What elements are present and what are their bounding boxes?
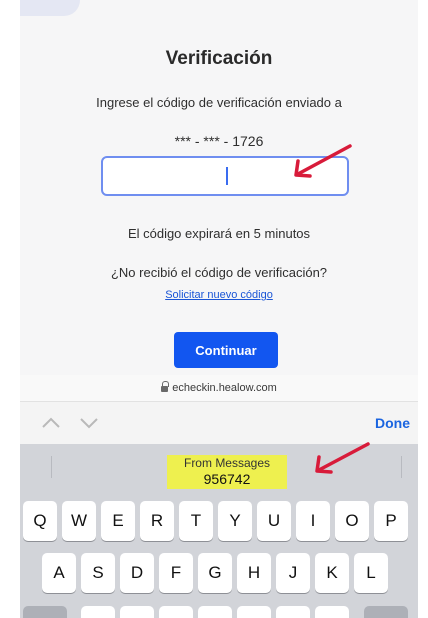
key-u[interactable]: U (257, 501, 291, 541)
shift-key[interactable] (23, 606, 67, 618)
key-e[interactable]: E (101, 501, 135, 541)
chevron-up-icon[interactable] (40, 414, 62, 432)
key-d[interactable]: D (120, 553, 154, 593)
key-g[interactable]: G (198, 553, 232, 593)
suggestion-source: From Messages (183, 456, 271, 470)
masked-phone-number: *** - *** - 1726 (174, 133, 264, 149)
expiration-notice: El código expirará en 5 minutos (127, 226, 311, 241)
continue-button[interactable]: Continuar (174, 332, 278, 368)
key-partial[interactable] (276, 606, 310, 618)
key-h[interactable]: H (237, 553, 271, 593)
key-l[interactable]: L (354, 553, 388, 593)
annotation-arrow-icon (288, 140, 356, 182)
browser-url-bar[interactable]: echeckin.healow.com (20, 375, 418, 401)
key-s[interactable]: S (81, 553, 115, 593)
url-text: echeckin.healow.com (172, 382, 277, 394)
resend-code-link[interactable]: Solicitar nuevo código (20, 289, 418, 301)
key-y[interactable]: Y (218, 501, 252, 541)
key-partial[interactable] (315, 606, 349, 618)
key-i[interactable]: I (296, 501, 330, 541)
text-caret (226, 167, 228, 185)
key-k[interactable]: K (315, 553, 349, 593)
suggestion-divider (401, 456, 402, 478)
suggestion-divider (51, 456, 52, 478)
key-j[interactable]: J (276, 553, 310, 593)
page-title: Verificación (165, 48, 273, 69)
chevron-down-icon[interactable] (78, 414, 100, 432)
lock-icon (161, 381, 170, 393)
key-q[interactable]: Q (23, 501, 57, 541)
annotation-arrow-icon (310, 438, 374, 478)
suggestion-bar: From Messages 956742 (20, 442, 418, 492)
key-partial[interactable] (120, 606, 154, 618)
key-a[interactable]: A (42, 553, 76, 593)
key-f[interactable]: F (159, 553, 193, 593)
backspace-key[interactable] (364, 606, 408, 618)
key-t[interactable]: T (179, 501, 213, 541)
key-p[interactable]: P (374, 501, 408, 541)
key-w[interactable]: W (62, 501, 96, 541)
key-partial[interactable] (237, 606, 271, 618)
key-partial[interactable] (159, 606, 193, 618)
key-partial[interactable] (198, 606, 232, 618)
no-code-question: ¿No recibió el código de verificación? (110, 265, 328, 280)
key-o[interactable]: O (335, 501, 369, 541)
key-partial[interactable] (81, 606, 115, 618)
key-r[interactable]: R (140, 501, 174, 541)
instruction-text: Ingrese el código de verificación enviad… (96, 95, 342, 110)
onscreen-keyboard: From Messages 956742 Q W E R T Y U I O P… (20, 442, 418, 618)
app-screen: Verificación Ingrese el código de verifi… (20, 0, 418, 618)
autofill-code-suggestion[interactable]: From Messages 956742 (167, 455, 287, 489)
background-shape (20, 0, 80, 16)
suggestion-code: 956742 (203, 471, 251, 487)
done-button[interactable]: Done (375, 415, 410, 431)
